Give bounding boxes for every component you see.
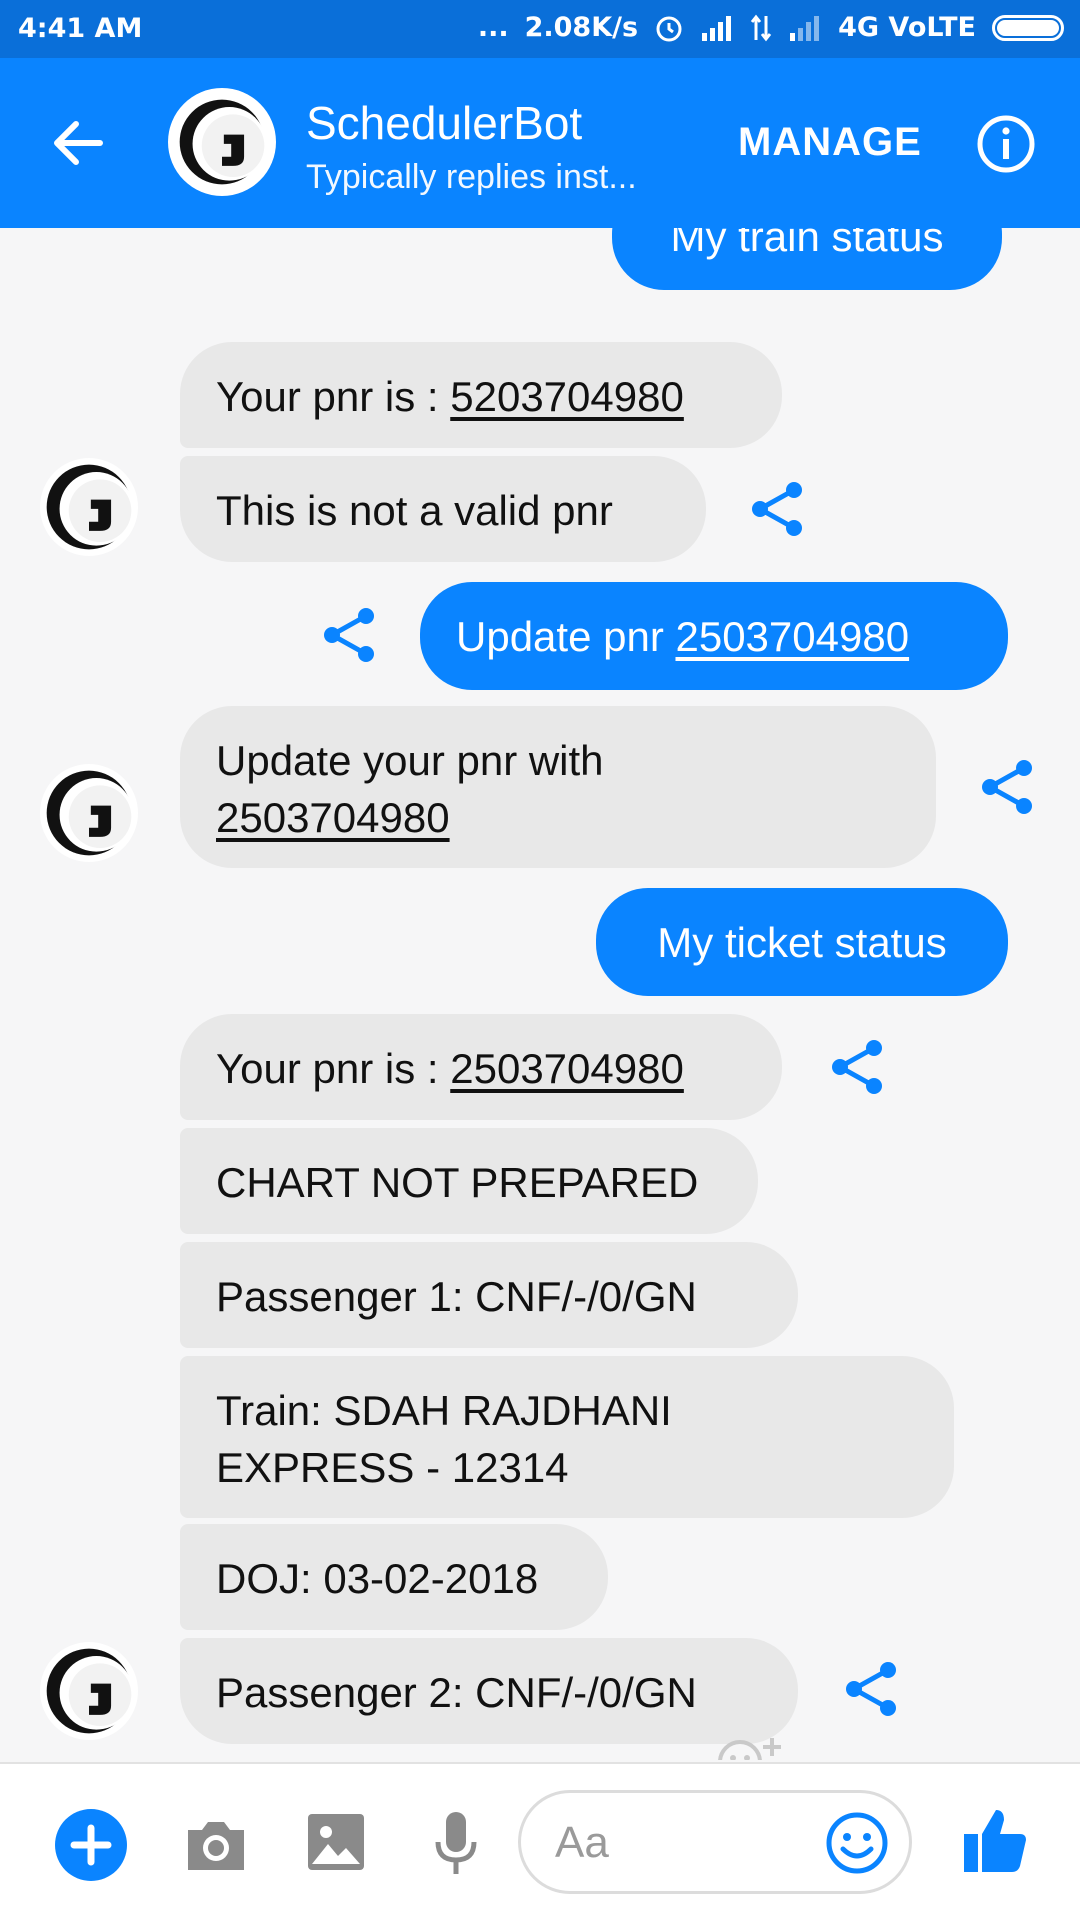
share-icon[interactable] [746, 478, 808, 540]
pnr-link[interactable]: 2503704980 [450, 1045, 684, 1092]
bot-avatar[interactable] [168, 88, 276, 196]
add-reaction-icon[interactable] [716, 1736, 788, 1760]
info-icon[interactable] [976, 114, 1036, 174]
battery-icon [992, 14, 1064, 41]
share-icon[interactable] [318, 604, 380, 666]
message-text: CHART NOT PREPARED [216, 1159, 699, 1206]
bot-avatar-small[interactable] [40, 1642, 138, 1740]
message-text: Passenger 1: CNF/-/0/GN [216, 1273, 697, 1320]
message-text: My ticket status [657, 919, 947, 966]
message-text: DOJ: 03-02-2018 [216, 1555, 539, 1602]
outgoing-message[interactable]: My ticket status [596, 888, 1008, 996]
message-text: Update pnr [456, 613, 676, 660]
message-text: Update your pnr with [216, 737, 604, 784]
microphone-icon[interactable] [432, 1808, 480, 1880]
share-icon[interactable] [840, 1658, 902, 1720]
message-text: My train status [670, 228, 944, 260]
alarm-icon [656, 16, 682, 41]
bot-logo-icon [46, 1648, 134, 1734]
chat-subtitle: Typically replies inst... [306, 158, 637, 196]
incoming-message[interactable]: Passenger 2: CNF/-/0/GN [180, 1638, 798, 1744]
incoming-message[interactable]: Your pnr is : 5203704980 [180, 342, 782, 448]
smiley-icon[interactable] [825, 1811, 889, 1875]
incoming-message[interactable]: This is not a valid pnr [180, 456, 706, 562]
network-speed: 2.08K/s [524, 12, 639, 43]
status-right: ... 2.08K/s 4G VoLTE [478, 12, 1064, 43]
signal-weak-icon [790, 15, 820, 41]
thumbs-up-icon[interactable] [962, 1804, 1028, 1876]
message-text: Passenger 2: CNF/-/0/GN [216, 1669, 697, 1716]
incoming-message[interactable]: CHART NOT PREPARED [180, 1128, 758, 1234]
pnr-link[interactable]: 5203704980 [450, 373, 684, 420]
plus-icon[interactable] [54, 1808, 128, 1882]
incoming-message[interactable]: Update your pnr with 2503704980 [180, 706, 936, 868]
pnr-link[interactable]: 2503704980 [216, 789, 900, 846]
message-text: EXPRESS - 12314 [216, 1444, 569, 1491]
outgoing-message[interactable]: Update pnr 2503704980 [420, 582, 1008, 690]
incoming-message[interactable]: Your pnr is : 2503704980 [180, 1014, 782, 1120]
status-bar: 4:41 AM ... 2.08K/s 4G VoLTE [0, 0, 1080, 58]
bot-avatar-small[interactable] [40, 458, 138, 556]
share-icon[interactable] [976, 756, 1038, 818]
back-arrow-icon[interactable] [50, 116, 104, 170]
image-icon[interactable] [306, 1812, 366, 1872]
incoming-message[interactable]: Passenger 1: CNF/-/0/GN [180, 1242, 798, 1348]
bot-logo-icon [46, 464, 134, 550]
share-icon[interactable] [826, 1036, 888, 1098]
pnr-link[interactable]: 2503704980 [675, 613, 909, 660]
message-input[interactable] [553, 1815, 797, 1871]
status-time: 4:41 AM [18, 13, 143, 44]
incoming-message[interactable]: DOJ: 03-02-2018 [180, 1524, 608, 1630]
message-input-container[interactable] [518, 1790, 912, 1894]
status-dots: ... [477, 12, 509, 43]
manage-button[interactable]: MANAGE [738, 120, 922, 165]
message-text: Your pnr is : [216, 373, 451, 420]
message-text: This is not a valid pnr [216, 487, 613, 534]
bot-logo-icon [179, 99, 267, 185]
composer-bar [0, 1762, 1080, 1922]
bot-logo-icon [46, 770, 134, 856]
data-transfer-icon [750, 14, 772, 41]
bot-avatar-small[interactable] [40, 764, 138, 862]
incoming-message[interactable]: Train: SDAH RAJDHANI EXPRESS - 12314 [180, 1356, 954, 1518]
network-type: 4G VoLTE [838, 12, 976, 43]
message-text: Your pnr is : [216, 1045, 451, 1092]
chat-title: SchedulerBot [306, 97, 583, 149]
outgoing-message[interactable]: My train status [612, 228, 1002, 290]
chat-header: SchedulerBot Typically replies inst... M… [0, 58, 1080, 228]
message-text: Train: SDAH RAJDHANI [216, 1387, 672, 1434]
signal-icon [702, 15, 732, 41]
message-list[interactable]: My train status Your pnr is : 5203704980… [0, 228, 1080, 1760]
camera-icon[interactable] [184, 1814, 248, 1874]
